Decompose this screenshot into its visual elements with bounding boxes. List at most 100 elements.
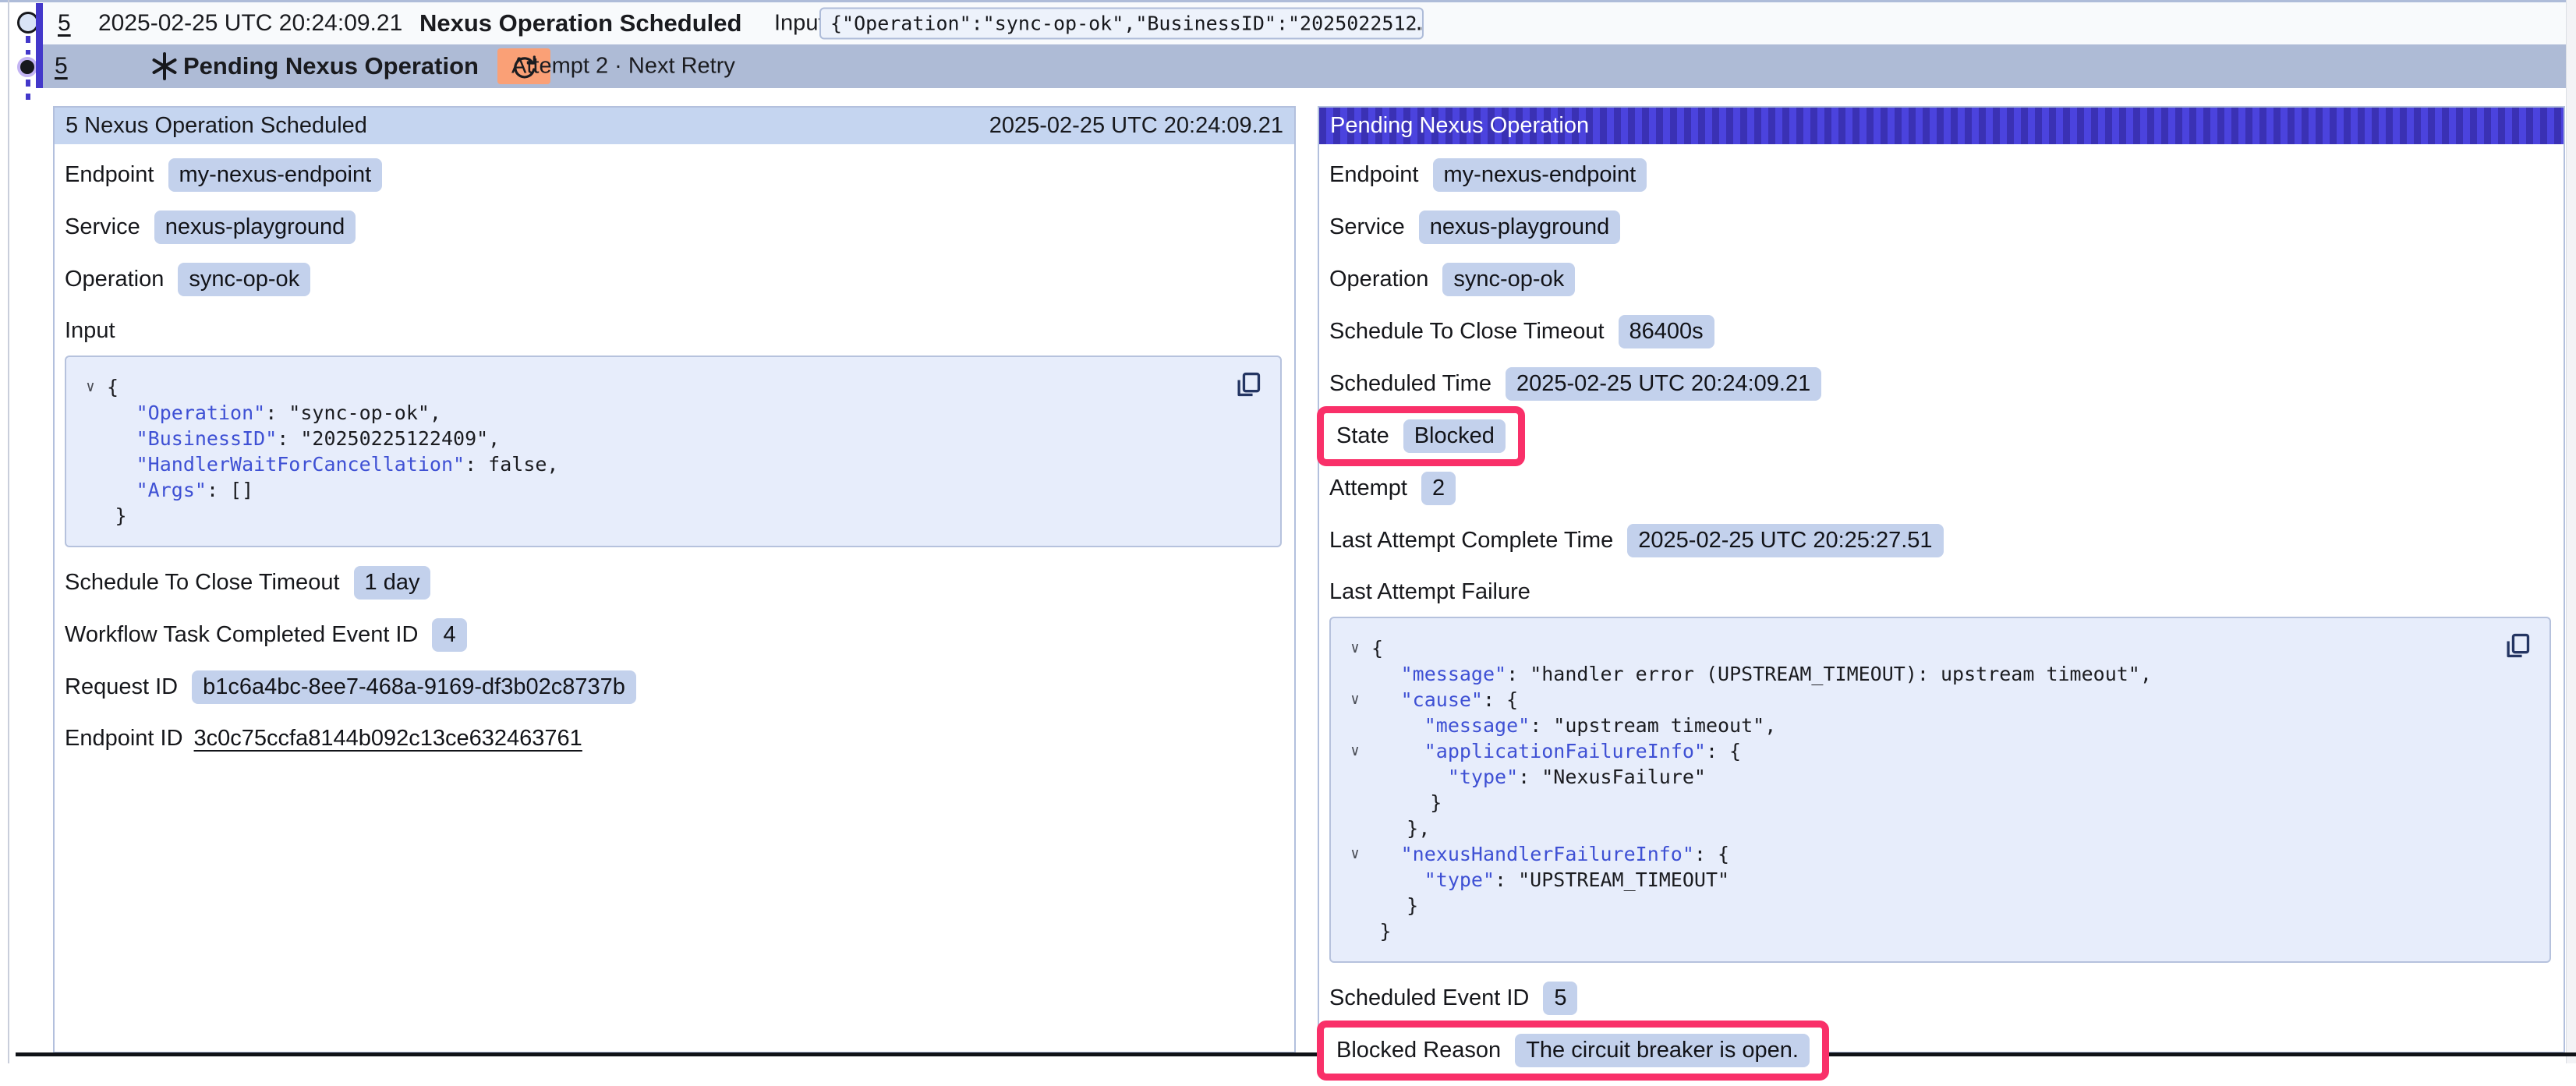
field-operation: Operationsync-op-ok bbox=[1329, 263, 2551, 296]
field-value-pill: nexus-playground bbox=[1419, 210, 1621, 244]
code-text: { bbox=[1371, 635, 1383, 661]
retry-badge: Attempt 2 · Next Retry bbox=[497, 48, 550, 84]
annotated-field-row: Blocked ReasonThe circuit breaker is ope… bbox=[1329, 1034, 2551, 1086]
event-row-pending-nexus-operation[interactable]: 5 Pending Nexus Operation Attempt 2 · Ne… bbox=[43, 44, 2567, 88]
panel-header-pending: Pending Nexus Operation bbox=[1319, 108, 2564, 144]
code-line: } bbox=[1339, 893, 2495, 918]
code-gutter bbox=[74, 503, 107, 529]
endpoint-id-link[interactable]: 3c0c75ccfa8144b092c13ce632463761 bbox=[194, 726, 582, 752]
code-text: "message": "handler error (UPSTREAM_TIME… bbox=[1371, 661, 2152, 687]
code-gutter bbox=[74, 400, 107, 426]
field-value-pill: 2 bbox=[1421, 472, 1456, 505]
annotation-highlight-box: StateBlocked bbox=[1317, 406, 1525, 466]
event-detail-panel-scheduled: 5 Nexus Operation Scheduled 2025-02-25 U… bbox=[53, 106, 1296, 1053]
event-id-link[interactable]: 5 bbox=[55, 53, 68, 80]
code-gutter bbox=[74, 477, 107, 503]
field-endpoint: Endpointmy-nexus-endpoint bbox=[65, 158, 1282, 192]
field-service: Servicenexus-playground bbox=[65, 210, 1282, 244]
code-gutter bbox=[74, 451, 107, 477]
code-line: "message": "upstream timeout", bbox=[1339, 713, 2495, 738]
code-line: ∨"cause": { bbox=[1339, 687, 2495, 713]
code-text: } bbox=[1371, 918, 1392, 944]
code-gutter bbox=[1339, 764, 1371, 790]
field-label: Endpoint bbox=[65, 162, 154, 188]
field-value-pill: 2025-02-25 UTC 20:24:09.21 bbox=[1506, 367, 1821, 401]
code-gutter bbox=[1339, 661, 1371, 687]
json-code-block: ∨{"message": "handler error (UPSTREAM_TI… bbox=[1329, 617, 2551, 963]
field-label: Last Attempt Complete Time bbox=[1329, 528, 1613, 554]
panel-body: Endpointmy-nexus-endpoint Servicenexus-pl… bbox=[55, 144, 1294, 754]
history-table-left-border bbox=[8, 0, 9, 1063]
field-last-attempt-complete-time: Last Attempt Complete Time2025-02-25 UTC… bbox=[1329, 524, 2551, 557]
retry-badge-label: Attempt 2 · Next Retry bbox=[511, 54, 735, 80]
timeline-dashed-line bbox=[26, 80, 30, 100]
event-detail-panel-pending: Pending Nexus Operation Endpointmy-nexus… bbox=[1318, 106, 2565, 1053]
code-line: ∨{ bbox=[74, 374, 1226, 400]
code-line: } bbox=[74, 503, 1226, 529]
field-value-pill: Blocked bbox=[1403, 419, 1506, 453]
field-workflow-task-completed-event-id: Workflow Task Completed Event ID 4 bbox=[65, 618, 1282, 652]
panel-header-scheduled: 5 Nexus Operation Scheduled 2025-02-25 U… bbox=[55, 108, 1294, 144]
field-value-pill: 86400s bbox=[1619, 315, 1714, 348]
collapse-chevron-icon[interactable]: ∨ bbox=[1339, 738, 1371, 764]
code-text: "Args": [] bbox=[107, 477, 253, 503]
copy-icon[interactable] bbox=[2503, 631, 2532, 660]
code-line: ∨"applicationFailureInfo": { bbox=[1339, 738, 2495, 764]
annotated-field-row: StateBlocked bbox=[1329, 419, 2551, 472]
field-endpoint-id: Endpoint ID 3c0c75ccfa8144b092c13ce632463… bbox=[65, 723, 1282, 754]
code-gutter bbox=[74, 426, 107, 451]
field-label: Scheduled Event ID bbox=[1329, 985, 1529, 1011]
code-text: { bbox=[107, 374, 119, 400]
scrollbar-gutter[interactable] bbox=[2566, 0, 2576, 1063]
panel-title: 5 Nexus Operation Scheduled bbox=[65, 113, 367, 139]
code-line: ∨"nexusHandlerFailureInfo": { bbox=[1339, 841, 2495, 867]
field-label: Operation bbox=[65, 267, 164, 292]
field-last-attempt-failure: Last Attempt Failure∨{"message": "handle… bbox=[1329, 576, 2551, 963]
code-text: "nexusHandlerFailureInfo": { bbox=[1371, 841, 1729, 867]
collapse-chevron-icon[interactable]: ∨ bbox=[1339, 687, 1371, 713]
code-text: } bbox=[1371, 893, 1418, 918]
code-line: } bbox=[1339, 790, 2495, 815]
collapse-chevron-icon[interactable]: ∨ bbox=[1339, 635, 1371, 661]
field-label: Request ID bbox=[65, 674, 178, 700]
code-line: ∨{ bbox=[1339, 635, 2495, 661]
code-line: }, bbox=[1339, 815, 2495, 841]
event-id-link[interactable]: 5 bbox=[58, 10, 71, 37]
code-text: "applicationFailureInfo": { bbox=[1371, 738, 1741, 764]
field-value-pill: sync-op-ok bbox=[178, 263, 310, 296]
field-scheduled-event-id: Scheduled Event ID5 bbox=[1329, 982, 2551, 1015]
field-service: Servicenexus-playground bbox=[1329, 210, 2551, 244]
code-text: "type": "UPSTREAM_TIMEOUT" bbox=[1371, 867, 1729, 893]
field-value-pill: b1c6a4bc-8ee7-468a-9169-df3b02c8737b bbox=[192, 670, 636, 704]
field-label: Input bbox=[65, 315, 1282, 346]
collapse-chevron-icon[interactable]: ∨ bbox=[1339, 841, 1371, 867]
timeline-current-dot-icon bbox=[17, 57, 37, 77]
event-row-nexus-operation-scheduled[interactable]: 5 2025-02-25 UTC 20:24:09.21 Nexus Opera… bbox=[43, 2, 2567, 44]
event-timestamp: 2025-02-25 UTC 20:24:09.21 bbox=[98, 10, 402, 37]
timeline-dashed-line bbox=[26, 36, 30, 55]
code-text: "BusinessID": "20250225122409", bbox=[107, 426, 500, 451]
panel-body: Endpointmy-nexus-endpoint Servicenexus-pl… bbox=[1319, 144, 2564, 1086]
field-label: Workflow Task Completed Event ID bbox=[65, 622, 418, 648]
collapse-chevron-icon[interactable]: ∨ bbox=[74, 374, 107, 400]
code-line: "type": "NexusFailure" bbox=[1339, 764, 2495, 790]
field-label: Endpoint ID bbox=[65, 726, 183, 752]
code-gutter bbox=[1339, 790, 1371, 815]
event-title: Nexus Operation Scheduled bbox=[419, 9, 741, 37]
input-preview-pill: {"Operation":"sync-op-ok","BusinessID":"… bbox=[819, 8, 1424, 40]
code-line: "Args": [] bbox=[74, 477, 1226, 503]
code-text: "type": "NexusFailure" bbox=[1371, 764, 1706, 790]
copy-icon[interactable] bbox=[1233, 370, 1263, 399]
field-state: StateBlocked bbox=[1336, 419, 1506, 453]
code-text: "message": "upstream timeout", bbox=[1371, 713, 1776, 738]
field-value-pill: 4 bbox=[432, 618, 466, 652]
code-gutter bbox=[1339, 867, 1371, 893]
pending-asterisk-icon bbox=[150, 52, 179, 80]
code-text: "Operation": "sync-op-ok", bbox=[107, 400, 441, 426]
code-line: "message": "handler error (UPSTREAM_TIME… bbox=[1339, 661, 2495, 687]
code-gutter bbox=[1339, 713, 1371, 738]
field-scheduled-time: Scheduled Time2025-02-25 UTC 20:24:09.21 bbox=[1329, 367, 2551, 401]
code-line: } bbox=[1339, 918, 2495, 944]
field-endpoint: Endpointmy-nexus-endpoint bbox=[1329, 158, 2551, 192]
code-text: "HandlerWaitForCancellation": false, bbox=[107, 451, 558, 477]
